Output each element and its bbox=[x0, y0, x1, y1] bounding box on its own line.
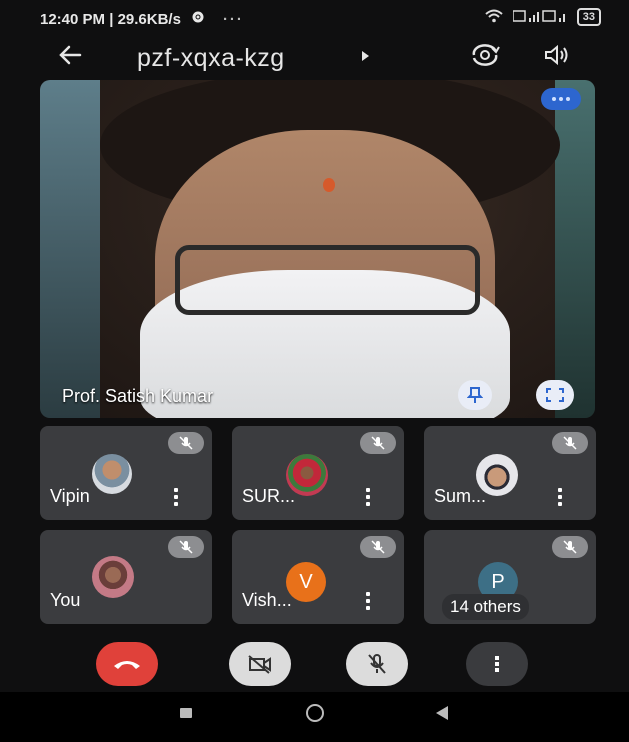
more-notifications-icon: ··· bbox=[222, 10, 244, 28]
participant-tile-others[interactable]: P 14 others bbox=[424, 530, 596, 624]
mic-off-icon bbox=[360, 432, 396, 454]
wifi-icon bbox=[485, 9, 503, 26]
back-icon[interactable] bbox=[436, 706, 448, 720]
participant-tile[interactable]: Sum... bbox=[424, 426, 596, 520]
participant-name: Vipin bbox=[50, 486, 90, 506]
fullscreen-icon[interactable] bbox=[536, 380, 574, 410]
pin-icon[interactable] bbox=[458, 380, 492, 410]
more-vert-icon[interactable] bbox=[174, 488, 178, 506]
recents-icon[interactable] bbox=[180, 708, 192, 718]
end-call-button[interactable] bbox=[96, 642, 158, 686]
avatar bbox=[92, 556, 134, 598]
participant-tile[interactable]: You bbox=[40, 530, 212, 624]
signal-icon bbox=[512, 9, 567, 26]
participant-name: SUR... bbox=[242, 486, 296, 506]
participant-name: You bbox=[50, 590, 81, 610]
more-vert-icon[interactable] bbox=[558, 488, 562, 506]
meeting-code[interactable]: pzf-xqxa-kzg bbox=[137, 44, 285, 73]
mic-off-icon bbox=[168, 432, 204, 454]
system-navigation-bar bbox=[0, 692, 629, 742]
more-vert-icon bbox=[495, 656, 499, 672]
others-count: 14 others bbox=[442, 594, 529, 620]
speaker-glasses bbox=[175, 245, 480, 315]
mic-off-icon bbox=[368, 654, 386, 674]
more-options-icon[interactable] bbox=[541, 88, 581, 110]
battery-icon: 33 bbox=[576, 8, 601, 26]
participant-tile[interactable]: SUR... bbox=[232, 426, 404, 520]
mic-off-icon bbox=[552, 432, 588, 454]
meeting-header: pzf-xqxa-kzg bbox=[0, 36, 629, 80]
mic-off-icon bbox=[552, 536, 588, 558]
status-bar: 12:40 PM | 29.6KB/s ··· 33 bbox=[0, 0, 629, 36]
mic-off-icon bbox=[360, 536, 396, 558]
microphone-toggle-button[interactable] bbox=[346, 642, 408, 686]
participant-tile[interactable]: Vipin bbox=[40, 426, 212, 520]
camera-toggle-button[interactable] bbox=[229, 642, 291, 686]
home-icon[interactable] bbox=[306, 704, 324, 722]
avatar bbox=[92, 454, 132, 494]
more-vert-icon[interactable] bbox=[366, 488, 370, 506]
more-vert-icon[interactable] bbox=[366, 592, 370, 610]
switch-camera-icon[interactable] bbox=[470, 42, 500, 73]
speaker-name: Prof. Satish Kumar bbox=[62, 386, 214, 406]
avatar: V bbox=[286, 562, 326, 602]
participant-name: Sum... bbox=[434, 486, 487, 506]
video-background bbox=[40, 80, 100, 418]
participant-tile[interactable]: V Vish... bbox=[232, 530, 404, 624]
end-call-icon bbox=[114, 661, 140, 669]
participant-name: Vish... bbox=[242, 590, 292, 610]
settings-icon bbox=[191, 10, 205, 28]
forehead-mark bbox=[323, 178, 335, 192]
meeting-details-arrow-icon[interactable] bbox=[362, 51, 369, 61]
main-speaker-video[interactable]: Prof. Satish Kumar bbox=[40, 80, 595, 418]
mic-off-icon bbox=[168, 536, 204, 558]
speaker-icon[interactable] bbox=[543, 44, 569, 71]
camera-off-icon bbox=[248, 655, 271, 674]
status-time: 12:40 PM | 29.6KB/s bbox=[40, 10, 181, 28]
back-arrow-icon[interactable] bbox=[58, 42, 82, 73]
more-options-button[interactable] bbox=[466, 642, 528, 686]
video-background-right bbox=[555, 80, 595, 418]
